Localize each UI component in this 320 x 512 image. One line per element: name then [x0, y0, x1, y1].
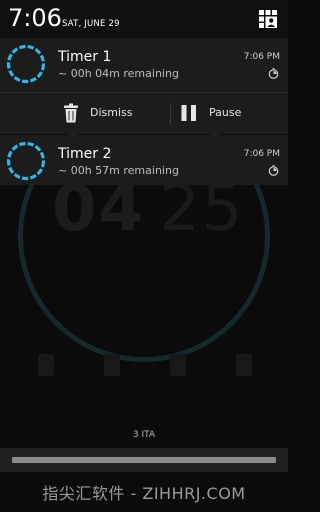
notification-title: Timer 2: [58, 146, 112, 162]
notification-time: 7:06 PM: [243, 149, 280, 159]
pause-label: Pause: [209, 106, 242, 119]
timer-ring-icon: [6, 141, 46, 181]
notification-subtitle: ~ 00h 57m remaining: [58, 164, 179, 177]
notification-title: Timer 1: [58, 49, 112, 65]
watermark-text: 指尖汇软件 - ZIHHRJ.COM: [42, 484, 246, 503]
background-control-1: [38, 354, 54, 376]
background-progress-bar: [12, 457, 276, 463]
timer-notification-2[interactable]: Timer 2 ~ 00h 57m remaining 7:06 PM: [0, 135, 288, 185]
stopwatch-icon: [268, 68, 279, 79]
status-clock: 7:06: [8, 4, 62, 32]
background-label: 3 ITA: [132, 430, 156, 440]
shade-header: 7:06 SAT, JUNE 29: [0, 0, 288, 38]
pause-icon: [181, 105, 196, 121]
action-divider: [170, 103, 171, 125]
notification-time: 7:06 PM: [243, 52, 280, 62]
pause-button[interactable]: Pause: [172, 93, 288, 135]
notification-actions: Dismiss Pause: [0, 92, 288, 134]
background-control-4: [236, 354, 252, 376]
timer-ring-icon: [6, 44, 46, 84]
background-controls: [0, 354, 288, 384]
status-date: SAT, JUNE 29: [62, 19, 120, 29]
dismiss-button[interactable]: Dismiss: [0, 93, 170, 135]
background-control-3: [170, 354, 186, 376]
stopwatch-icon: [268, 165, 279, 176]
quick-settings-button[interactable]: [258, 9, 278, 29]
dismiss-label: Dismiss: [90, 106, 133, 119]
quick-settings-icon: [259, 10, 277, 28]
notification-subtitle: ~ 00h 04m remaining: [58, 67, 179, 80]
trash-icon: [64, 103, 78, 123]
timer-notification-1[interactable]: Timer 1 ~ 00h 04m remaining 7:06 PM Dism…: [0, 38, 288, 134]
background-control-2: [104, 354, 120, 376]
